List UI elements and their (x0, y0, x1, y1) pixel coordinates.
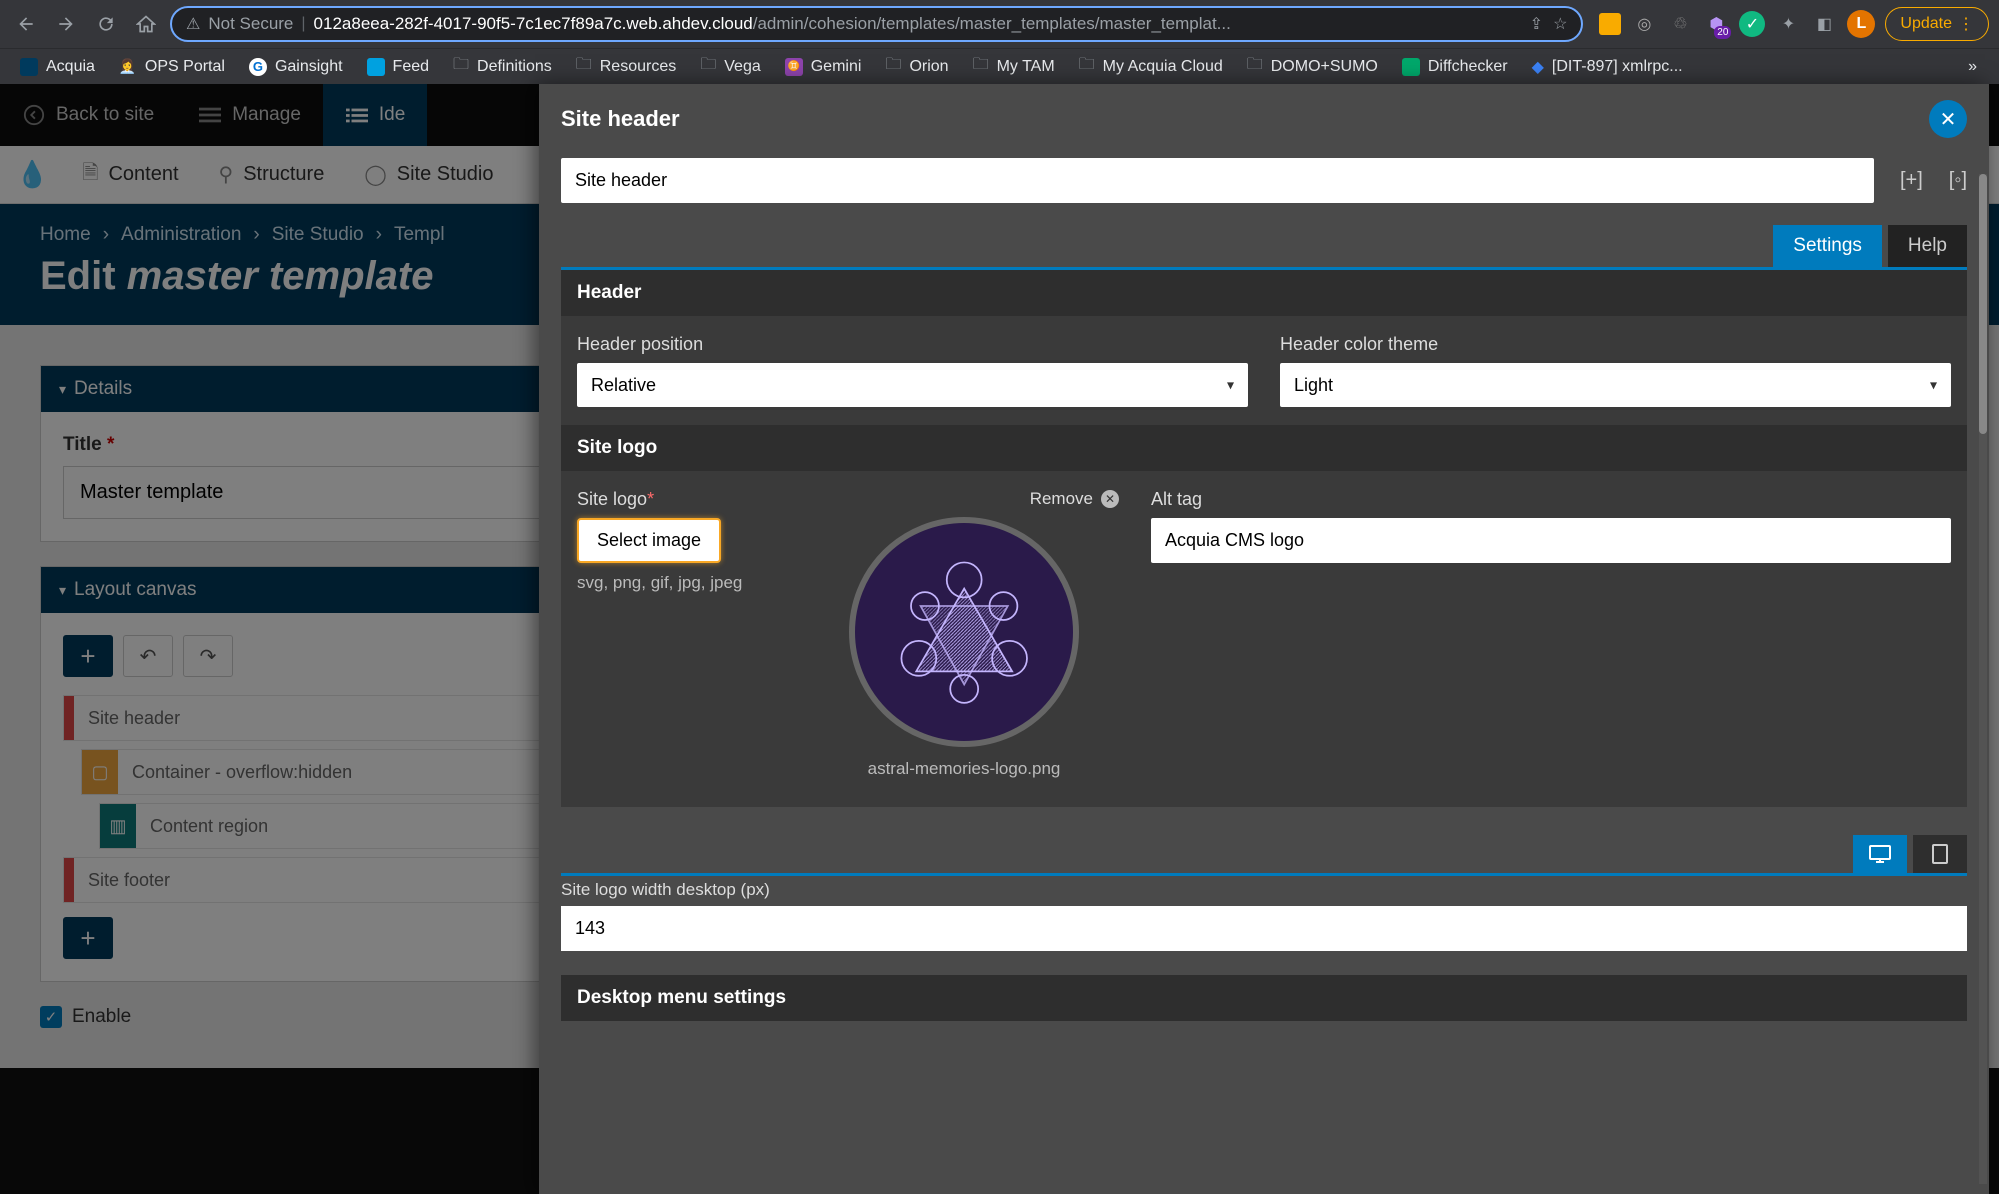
modal-title: Site header (561, 106, 680, 132)
logo-filename: astral-memories-logo.png (868, 759, 1061, 779)
ide-button[interactable]: Ide (323, 84, 427, 146)
site-studio-link[interactable]: ◯Site Studio (358, 162, 499, 187)
list-icon (345, 103, 369, 127)
tab-settings[interactable]: Settings (1773, 225, 1882, 267)
breadcrumb-item[interactable]: Templ (394, 224, 445, 246)
ext-icon-5[interactable]: ✓ (1739, 11, 1765, 37)
expand-icon[interactable]: [+] (1900, 169, 1923, 192)
extensions-puzzle-icon[interactable]: ✦ (1775, 11, 1801, 37)
select-image-button[interactable]: Select image (577, 518, 721, 563)
ext-icon-3[interactable]: ♲ (1667, 11, 1693, 37)
modal-topbar: Site header ✕ (539, 84, 1989, 154)
structure-link[interactable]: ⚲Structure (213, 162, 331, 187)
bookmark-mytam[interactable]: 🗀My TAM (963, 49, 1065, 84)
url-text: 012a8eea-282f-4017-90f5-7c1ec7f89a7c.web… (314, 14, 1522, 34)
not-secure-icon: ⚠ (186, 14, 200, 34)
site-header-modal: Site header ✕ [+] [◦] Settings Help Head… (539, 84, 1989, 1194)
region-icon: ▥ (100, 804, 136, 848)
header-position-label: Header position (577, 334, 1248, 355)
enable-checkbox[interactable]: ✓ (40, 1006, 62, 1028)
update-button[interactable]: Update⋮ (1885, 7, 1989, 41)
drupal-icon[interactable]: 💧 (16, 159, 48, 190)
nav-forward-icon[interactable] (50, 8, 82, 40)
modal-scrollbar[interactable] (1979, 174, 1987, 1184)
width-label: Site logo width desktop (px) (561, 880, 1967, 900)
bookmark-gemini[interactable]: ♊Gemini (775, 54, 872, 80)
bookmark-domo[interactable]: 🗀DOMO+SUMO (1237, 49, 1388, 84)
bookmark-orion[interactable]: 🗀Orion (875, 49, 958, 84)
bookmark-feed[interactable]: Feed (357, 54, 439, 80)
modal-tabs: Settings Help (539, 217, 1989, 267)
bookmarks-bar: Acquia 👩‍💼OPS Portal GGainsight Feed 🗀De… (0, 48, 1999, 84)
redo-button[interactable]: ↷ (183, 635, 233, 677)
profile-avatar[interactable]: L (1847, 10, 1875, 38)
site-logo-label: Site logo* (577, 489, 777, 510)
file-icon: 🗎 (82, 158, 98, 192)
section-site-logo: Site logo (561, 425, 1967, 471)
circle-icon: ◯ (364, 162, 386, 187)
undo-button[interactable]: ↶ (123, 635, 173, 677)
container-icon: ▢ (82, 750, 118, 794)
share-icon[interactable]: ⇪ (1530, 14, 1543, 34)
bookmark-gainsight[interactable]: GGainsight (239, 54, 353, 80)
nav-home-icon[interactable] (130, 8, 162, 40)
tree-icon: ⚲ (219, 162, 234, 187)
enable-label: Enable (72, 1006, 131, 1028)
ext-icon-2[interactable]: ◎ (1631, 11, 1657, 37)
caret-down-icon: ▾ (59, 582, 66, 599)
bookmark-myacquia[interactable]: 🗀My Acquia Cloud (1069, 49, 1233, 84)
add-element-bottom-button[interactable]: + (63, 917, 113, 959)
manage-button[interactable]: Manage (176, 84, 323, 146)
component-name-input[interactable] (561, 158, 1874, 203)
alt-tag-label: Alt tag (1151, 489, 1951, 510)
content-link[interactable]: 🗎Content (76, 158, 184, 192)
section-header: Header (561, 270, 1967, 316)
bookmark-ops[interactable]: 👩‍💼OPS Portal (109, 54, 235, 80)
bookmark-resources[interactable]: 🗀Resources (566, 49, 687, 84)
device-tabs (561, 825, 1967, 873)
add-element-button[interactable]: + (63, 635, 113, 677)
image-preview: Remove ✕ astral- (809, 489, 1119, 779)
tab-help[interactable]: Help (1888, 225, 1967, 267)
panel-icon[interactable]: ◧ (1811, 11, 1837, 37)
bookmark-dit[interactable]: ◆[DIT-897] xmlrpc... (1522, 53, 1693, 81)
file-types-hint: svg, png, gif, jpg, jpeg (577, 573, 777, 593)
bookmark-definitions[interactable]: 🗀Definitions (443, 49, 562, 84)
breadcrumb-item[interactable]: Administration (121, 224, 241, 246)
header-position-select[interactable]: Relative (577, 363, 1248, 407)
remove-x-icon[interactable]: ✕ (1101, 490, 1119, 508)
back-to-site-button[interactable]: Back to site (0, 84, 176, 146)
breadcrumb-item[interactable]: Home (40, 224, 91, 246)
section-desktop-menu: Desktop menu settings (561, 975, 1967, 1021)
target-icon[interactable]: [◦] (1949, 169, 1967, 192)
nav-back-icon[interactable] (10, 8, 42, 40)
device-tablet-tab[interactable] (1913, 835, 1967, 873)
alt-tag-input[interactable] (1151, 518, 1951, 563)
ext-icon-1[interactable] (1599, 13, 1621, 35)
ext-icon-4[interactable]: ⬢ (1703, 11, 1729, 37)
breadcrumb-item[interactable]: Site Studio (272, 224, 364, 246)
nav-reload-icon[interactable] (90, 8, 122, 40)
logo-preview-image (849, 517, 1079, 747)
bookmark-acquia[interactable]: Acquia (10, 54, 105, 80)
width-input[interactable] (561, 906, 1967, 951)
url-bar[interactable]: ⚠ Not Secure | 012a8eea-282f-4017-90f5-7… (170, 6, 1583, 42)
bookmarks-overflow-icon[interactable]: » (1956, 58, 1989, 76)
remove-image-button[interactable]: Remove (1030, 489, 1093, 509)
chrome-extensions: ◎ ♲ ⬢ ✓ ✦ ◧ L Update⋮ (1591, 7, 1989, 41)
header-color-select[interactable]: Light (1280, 363, 1951, 407)
hamburger-icon (198, 103, 222, 127)
caret-down-icon: ▾ (59, 381, 66, 398)
not-secure-label: Not Secure (208, 14, 293, 34)
bookmark-vega[interactable]: 🗀Vega (690, 49, 771, 84)
close-button[interactable]: ✕ (1929, 100, 1967, 138)
star-icon[interactable]: ☆ (1553, 14, 1567, 34)
browser-chrome: ⚠ Not Secure | 012a8eea-282f-4017-90f5-7… (0, 0, 1999, 48)
modal-content: Header Header position Relative Header c… (539, 270, 1989, 1194)
bookmark-diffchecker[interactable]: Diffchecker (1392, 54, 1518, 80)
chevron-left-icon (22, 103, 46, 127)
header-color-label: Header color theme (1280, 334, 1951, 355)
device-desktop-tab[interactable] (1853, 835, 1907, 873)
